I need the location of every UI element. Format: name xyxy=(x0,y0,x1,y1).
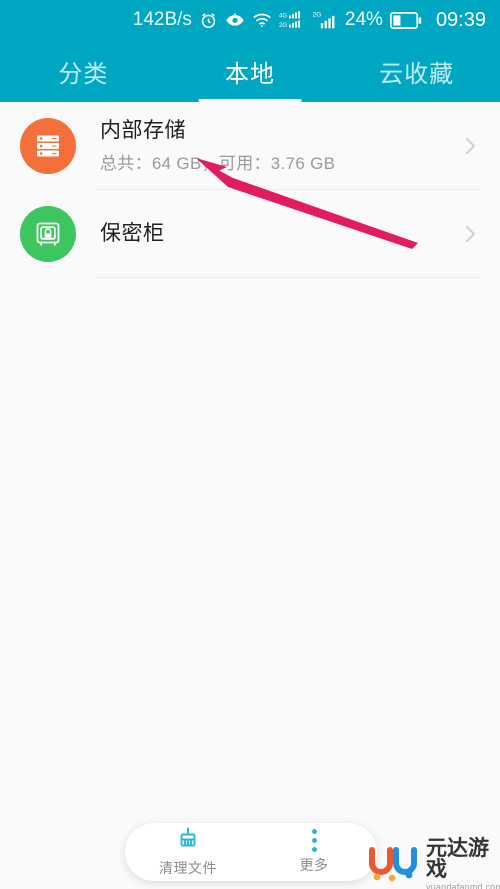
sim1-signal-icon: 4G 2G xyxy=(279,10,305,30)
tab-categories-label: 分类 xyxy=(58,60,109,88)
network-speed-text: 142B/s xyxy=(132,9,192,30)
bottom-button-more[interactable]: 更多 xyxy=(251,829,377,875)
chevron-right-icon[interactable] xyxy=(458,134,482,158)
battery-percent-text: 24% xyxy=(344,9,383,30)
internal-storage-icon xyxy=(20,118,76,174)
bottom-button-clean-files[interactable]: 清理文件 xyxy=(125,826,251,878)
clock-time-text: 09:39 xyxy=(435,8,486,31)
chevron-right-icon[interactable] xyxy=(458,222,482,246)
phone-screen: 142B/s 4G 2G 2G 24% 09:39 分类 本地 云收藏 内部存储… xyxy=(0,0,500,889)
bottom-button-more-label: 更多 xyxy=(299,857,329,873)
watermark-url: yuandafanmd.com xyxy=(426,882,500,889)
tab-cloud-favorites-label: 云收藏 xyxy=(379,60,455,88)
wifi-icon xyxy=(252,12,272,28)
more-vertical-dots-icon xyxy=(311,829,317,852)
tab-local-label: 本地 xyxy=(225,60,275,88)
sim2-signal-icon: 2G xyxy=(312,10,338,30)
uu-logo-icon xyxy=(368,845,420,885)
list-item-title: 内部存储 xyxy=(100,118,186,142)
list-item-safe[interactable]: 保密柜 xyxy=(0,190,500,278)
list-divider xyxy=(95,277,482,278)
svg-text:2G: 2G xyxy=(279,22,287,29)
broom-clean-icon xyxy=(176,826,200,855)
svg-text:2G: 2G xyxy=(312,12,321,19)
list-item-text-block: 内部存储 总共：64 GB，可用：3.76 GB xyxy=(100,118,458,174)
storage-list: 内部存储 总共：64 GB，可用：3.76 GB 保密柜 xyxy=(0,102,500,278)
tab-cloud-favorites[interactable]: 云收藏 xyxy=(333,40,500,102)
watermark-brand: 元达游戏 xyxy=(426,837,489,881)
eye-icon xyxy=(225,12,245,28)
list-item-text-block: 保密柜 xyxy=(100,221,458,247)
status-bar: 142B/s 4G 2G 2G 24% 09:39 xyxy=(0,0,500,40)
battery-icon xyxy=(389,11,422,29)
safe-lock-icon xyxy=(20,206,76,262)
svg-text:4G: 4G xyxy=(279,13,287,20)
list-item-title: 保密柜 xyxy=(100,221,165,245)
bottom-button-clean-files-label: 清理文件 xyxy=(159,860,217,876)
list-item-internal-storage[interactable]: 内部存储 总共：64 GB，可用：3.76 GB xyxy=(0,102,500,190)
list-item-subtitle: 总共：64 GB，可用：3.76 GB xyxy=(100,154,336,174)
watermark: 元达游戏 yuandafanmd.com xyxy=(368,838,500,889)
tab-bar: 分类 本地 云收藏 xyxy=(0,40,500,102)
alarm-clock-icon xyxy=(199,11,218,30)
tab-local[interactable]: 本地 xyxy=(167,40,334,102)
tab-categories[interactable]: 分类 xyxy=(0,40,167,102)
bottom-action-bar: 清理文件 更多 xyxy=(125,823,377,881)
